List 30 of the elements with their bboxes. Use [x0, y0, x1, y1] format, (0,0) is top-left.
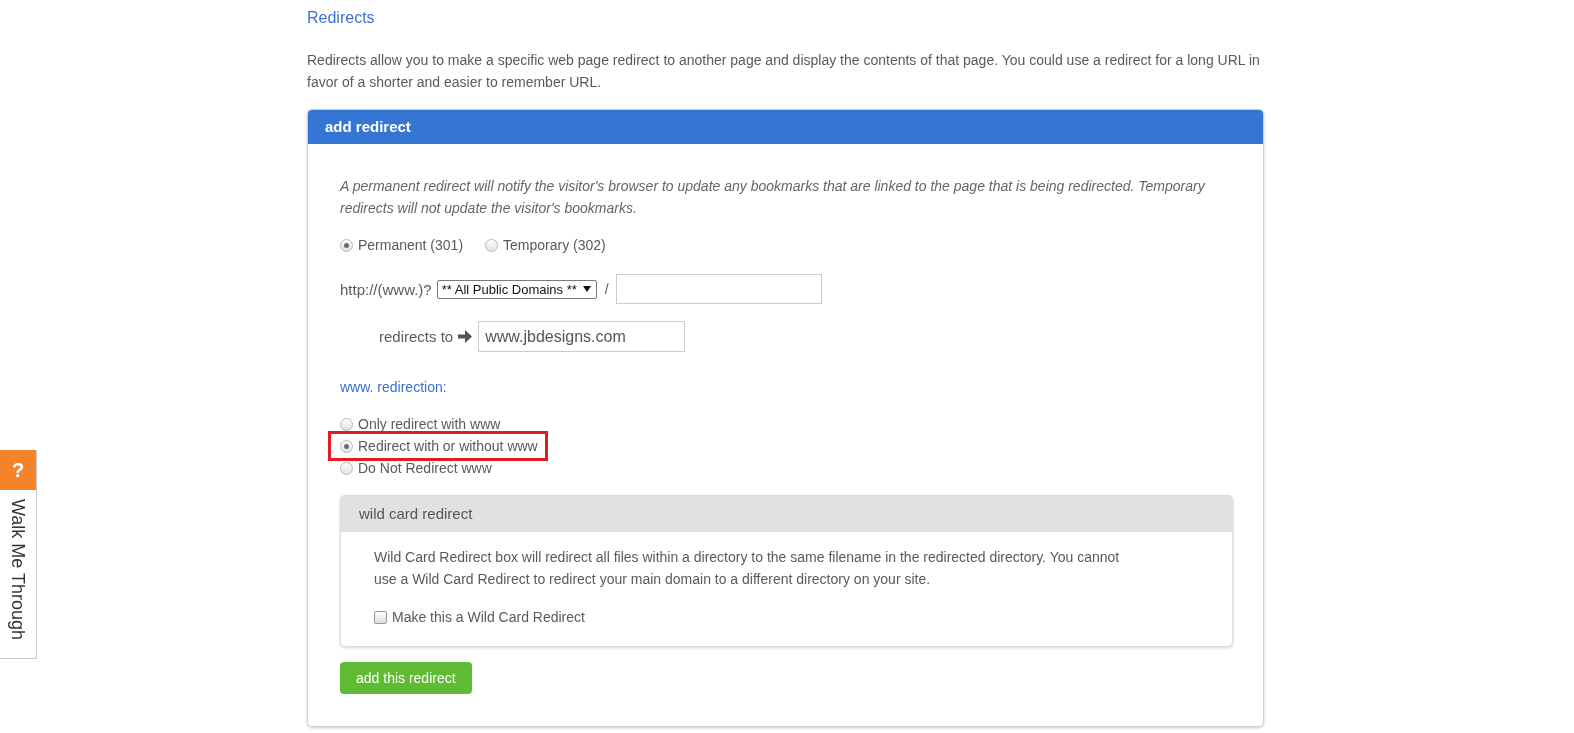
- intro-text: Redirects allow you to make a specific web page redirect to another page and display the contents of that page. You could use a redirect for a long URL in favor of a shorter and easier to remember URL.: [307, 51, 1261, 92]
- redirects-to-label: redirects to: [379, 328, 454, 345]
- wildcard-title: wild card redirect: [359, 504, 473, 524]
- domain-select[interactable]: ** All Public Domains **: [436, 279, 597, 299]
- www-redirection-heading: www. redirection:: [340, 378, 448, 397]
- radio-button[interactable]: [340, 461, 353, 475]
- redirect-note: A permanent redirect will notify the visitor's browser to update any bookmarks that are linked to the page that is being redirected. Temporary redirects will not update the visitor's bookmarks.: [340, 177, 1207, 218]
- checkbox[interactable]: [374, 610, 387, 624]
- walk-me-through-label: Walk Me Through: [8, 499, 28, 641]
- radio-label: Redirect with or without www: [358, 437, 538, 455]
- radio-label: Do Not Redirect www: [358, 459, 492, 477]
- radio-button[interactable]: [340, 417, 353, 431]
- radio-label: Temporary (302): [503, 236, 606, 254]
- panel-title: add redirect: [325, 117, 411, 137]
- caret-icon: [582, 286, 591, 292]
- radio-button[interactable]: [485, 238, 499, 252]
- radio-label: Only redirect with www: [358, 415, 501, 433]
- radio-label: Permanent (301): [358, 236, 464, 254]
- radio-button[interactable]: [340, 238, 353, 252]
- page-title: Redirects: [307, 8, 376, 28]
- radio-button[interactable]: [340, 439, 353, 453]
- help-icon: ?: [0, 450, 36, 490]
- wildcard-description: Wild Card Redirect box will redirect all files within a directory to the same filename in the redirected directory. You cannot use a Wild Card Redirect to redirect your main domain to a different directory on your site.: [374, 548, 1121, 589]
- url-prefix-label: http://(www.)?: [340, 280, 432, 298]
- checkbox-label: Make this a Wild Card Redirect: [392, 608, 585, 626]
- target-url-input[interactable]: www.jbdesigns.com: [478, 321, 686, 352]
- arrow-right-icon: [458, 330, 473, 343]
- path-input[interactable]: [615, 274, 822, 304]
- walk-me-through-tab[interactable]: ? Walk Me Through: [0, 450, 37, 659]
- path-separator: /: [604, 281, 609, 297]
